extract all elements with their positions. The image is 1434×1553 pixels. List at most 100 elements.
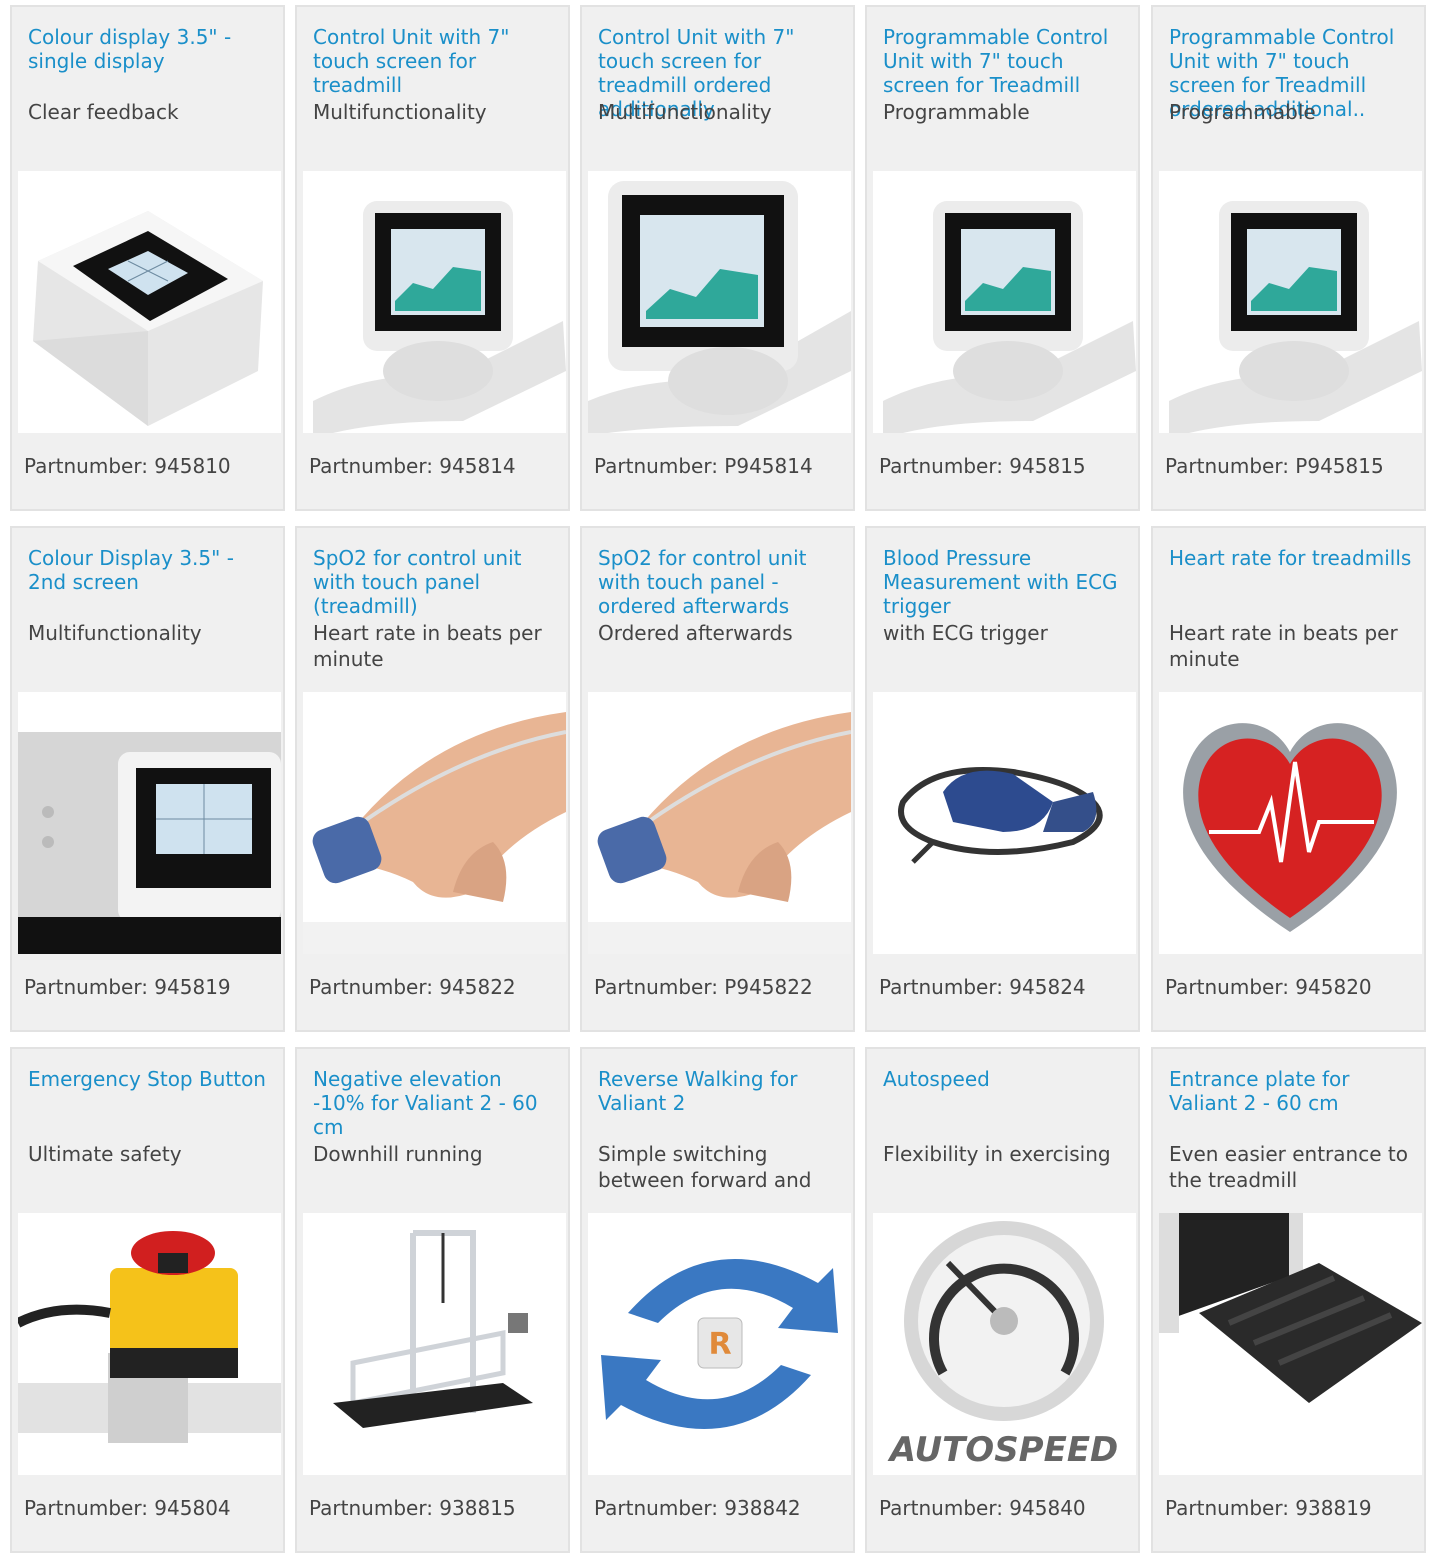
product-image[interactable]: AUTOSPEED — [873, 1213, 1136, 1475]
part-number-label: Partnumber: — [309, 1496, 440, 1520]
product-card[interactable]: Programmable Control Unit with 7" touch … — [865, 5, 1140, 511]
product-subtitle: Downhill running — [313, 1142, 483, 1166]
part-number-value: P945814 — [724, 454, 813, 478]
product-subtitle: Heart rate in beats per minute — [313, 621, 542, 671]
part-number: Partnumber: 945815 — [879, 453, 1086, 479]
product-card[interactable]: Control Unit with 7" touch screen for tr… — [295, 5, 570, 511]
part-number-label: Partnumber: — [1165, 454, 1296, 478]
part-number-label: Partnumber: — [24, 454, 155, 478]
part-number: Partnumber: 945810 — [24, 453, 231, 479]
product-image[interactable] — [873, 692, 1136, 954]
product-subtitle: Flexibility in exercising — [883, 1142, 1111, 1166]
product-card[interactable]: Negative elevation -10% for Valiant 2 - … — [295, 1047, 570, 1553]
product-card[interactable]: SpO2 for control unit with touch panel (… — [295, 526, 570, 1032]
product-title-link[interactable]: Blood Pressure Measurement with ECG trig… — [883, 546, 1128, 618]
part-number-label: Partnumber: — [879, 454, 1010, 478]
product-image[interactable] — [303, 1213, 566, 1475]
product-title-link[interactable]: Emergency Stop Button — [28, 1067, 273, 1091]
product-card[interactable]: Emergency Stop Button Ultimate safety Pa… — [10, 1047, 285, 1553]
product-title-link[interactable]: Colour Display 3.5" - 2nd screen — [28, 546, 273, 594]
product-image[interactable] — [1159, 1213, 1422, 1475]
part-number-value: 945814 — [439, 454, 516, 478]
product-subtitle: Multifunctionality — [28, 621, 202, 645]
product-title-link[interactable]: Colour display 3.5" - single display — [28, 25, 273, 73]
product-title-link[interactable]: Programmable Control Unit with 7" touch … — [883, 25, 1128, 97]
part-number: Partnumber: 945822 — [309, 974, 516, 1000]
part-number-value: 945815 — [1009, 454, 1086, 478]
product-card[interactable]: Heart rate for treadmills Heart rate in … — [1151, 526, 1426, 1032]
part-number: Partnumber: P945814 — [594, 453, 813, 479]
product-image[interactable] — [1159, 171, 1422, 433]
product-subtitle: Programmable — [883, 100, 1030, 124]
product-title-link[interactable]: Negative elevation -10% for Valiant 2 - … — [313, 1067, 558, 1139]
product-subtitle: Heart rate in beats per minute — [1169, 621, 1398, 671]
product-title-link[interactable]: SpO2 for control unit with touch panel (… — [313, 546, 558, 618]
product-image[interactable] — [18, 692, 281, 954]
product-card[interactable]: Entrance plate for Valiant 2 - 60 cm Eve… — [1151, 1047, 1426, 1553]
product-subtitle: Multifunctionality — [313, 100, 487, 124]
product-subtitle: Programmable — [1169, 100, 1316, 124]
part-number-label: Partnumber: — [24, 975, 155, 999]
part-number-value: 945819 — [154, 975, 231, 999]
part-number-label: Partnumber: — [594, 454, 725, 478]
product-image[interactable] — [588, 171, 851, 433]
product-title-link[interactable]: SpO2 for control unit with touch panel -… — [598, 546, 843, 618]
part-number: Partnumber: 938842 — [594, 1495, 801, 1521]
part-number: Partnumber: 945814 — [309, 453, 516, 479]
product-image[interactable] — [18, 1213, 281, 1475]
product-subtitle: with ECG trigger — [883, 621, 1048, 645]
product-image[interactable] — [1159, 692, 1422, 954]
blood-pressure-cuff-icon — [873, 692, 1136, 954]
autospeed-gauge-icon: AUTOSPEED — [873, 1213, 1136, 1475]
product-card[interactable]: Autospeed Flexibility in exercising AUTO… — [865, 1047, 1140, 1553]
part-number-value: 945810 — [154, 454, 231, 478]
product-image[interactable] — [18, 171, 281, 433]
part-number: Partnumber: 945804 — [24, 1495, 231, 1521]
product-title-link[interactable]: Entrance plate for Valiant 2 - 60 cm — [1169, 1067, 1414, 1115]
part-number-label: Partnumber: — [879, 975, 1010, 999]
finger-sensor-icon — [588, 692, 851, 954]
product-subtitle: Ordered afterwards — [598, 621, 793, 645]
part-number-value: 938815 — [439, 1496, 516, 1520]
autospeed-logo-text: AUTOSPEED — [887, 1430, 1119, 1470]
product-subtitle: Even easier entrance to the treadmill — [1169, 1142, 1408, 1192]
product-title-link[interactable]: Control Unit with 7" touch screen for tr… — [313, 25, 558, 97]
part-number-label: Partnumber: — [594, 1496, 725, 1520]
product-card[interactable]: Blood Pressure Measurement with ECG trig… — [865, 526, 1140, 1032]
product-image[interactable] — [588, 692, 851, 954]
product-card[interactable]: SpO2 for control unit with touch panel -… — [580, 526, 855, 1032]
product-image[interactable] — [873, 171, 1136, 433]
product-image[interactable] — [303, 692, 566, 954]
product-subtitle: Ultimate safety — [28, 1142, 182, 1166]
part-number: Partnumber: 938819 — [1165, 1495, 1372, 1521]
touch-unit-icon — [303, 171, 566, 433]
product-card[interactable]: Colour Display 3.5" - 2nd screen Multifu… — [10, 526, 285, 1032]
product-card[interactable]: Colour display 3.5" - single display Cle… — [10, 5, 285, 511]
part-number-value: 938819 — [1295, 1496, 1372, 1520]
product-image[interactable]: R — [588, 1213, 851, 1475]
part-number: Partnumber: P945815 — [1165, 453, 1384, 479]
product-title-link[interactable]: Autospeed — [883, 1067, 1128, 1091]
part-number: Partnumber: 945820 — [1165, 974, 1372, 1000]
emergency-stop-icon — [18, 1213, 281, 1475]
product-card[interactable]: Control Unit with 7" touch screen for tr… — [580, 5, 855, 511]
part-number: Partnumber: 945824 — [879, 974, 1086, 1000]
entrance-plate-icon — [1159, 1213, 1422, 1475]
part-number: Partnumber: 945819 — [24, 974, 231, 1000]
product-card[interactable]: Reverse Walking for Valiant 2 Simple swi… — [580, 1047, 855, 1553]
part-number-label: Partnumber: — [309, 975, 440, 999]
product-image[interactable] — [303, 171, 566, 433]
display-3-5-icon — [18, 171, 281, 433]
treadmill-icon — [303, 1213, 566, 1475]
part-number: Partnumber: 938815 — [309, 1495, 516, 1521]
part-number-value: P945822 — [724, 975, 813, 999]
part-number-label: Partnumber: — [594, 975, 725, 999]
product-card[interactable]: Programmable Control Unit with 7" touch … — [1151, 5, 1426, 511]
product-subtitle: Multifunctionality — [598, 100, 772, 124]
touch-unit-icon — [873, 171, 1136, 433]
reverse-key-label: R — [708, 1327, 731, 1362]
product-title-link[interactable]: Heart rate for treadmills — [1169, 546, 1414, 570]
second-screen-icon — [18, 692, 281, 954]
product-title-link[interactable]: Reverse Walking for Valiant 2 — [598, 1067, 843, 1115]
part-number-label: Partnumber: — [1165, 975, 1296, 999]
